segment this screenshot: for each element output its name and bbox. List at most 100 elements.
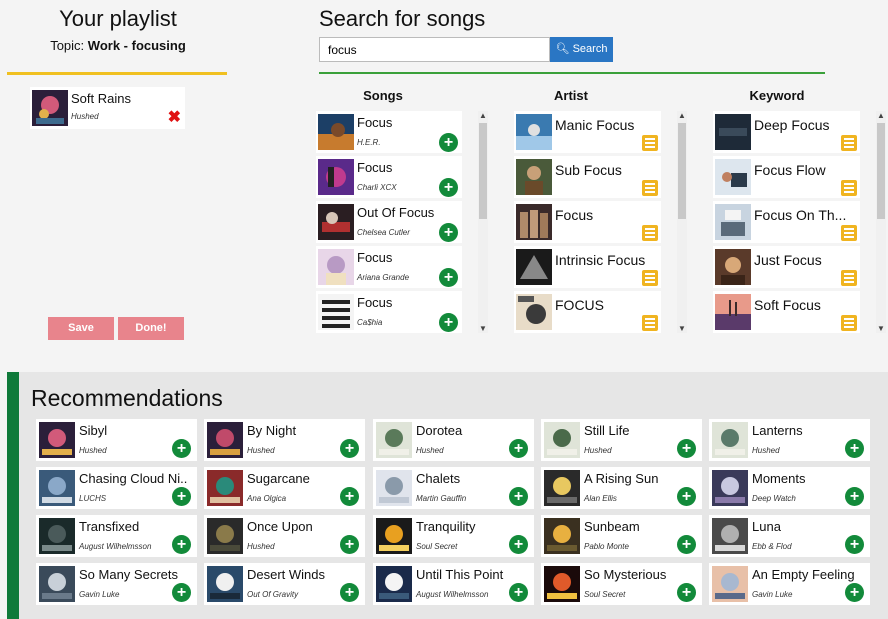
list-icon[interactable]	[841, 315, 857, 331]
recommendation-card[interactable]: By Night Hushed +	[204, 419, 365, 461]
recommendation-card[interactable]: Tranquility Soul Secret +	[373, 515, 534, 557]
remove-icon[interactable]: ✖	[168, 110, 181, 126]
scroll-up-icon[interactable]: ▲	[677, 111, 687, 120]
artist-item[interactable]: Focus	[514, 201, 661, 243]
add-icon[interactable]: +	[845, 487, 864, 506]
keyword-item[interactable]: Focus On Th...	[713, 201, 860, 243]
song-item[interactable]: Out Of Focus Chelsea Cutler +	[316, 201, 462, 243]
keyword-title: Soft Focus	[754, 297, 821, 313]
add-icon[interactable]: +	[509, 583, 528, 602]
recommendation-card[interactable]: Sugarcane Ana Olgica +	[204, 467, 365, 509]
add-icon[interactable]: +	[439, 178, 458, 197]
artist-name: FOCUS	[555, 297, 604, 313]
recommendation-card[interactable]: Lanterns Hushed +	[709, 419, 870, 461]
song-item[interactable]: Focus Ca$hia +	[316, 291, 462, 333]
add-icon[interactable]: +	[340, 439, 359, 458]
scroll-down-icon[interactable]: ▼	[677, 324, 687, 333]
add-icon[interactable]: +	[509, 439, 528, 458]
album-art	[318, 294, 354, 330]
add-icon[interactable]: +	[439, 223, 458, 242]
list-icon[interactable]	[642, 135, 658, 151]
recommendation-card[interactable]: Still Life Hushed +	[541, 419, 702, 461]
keyword-item[interactable]: Just Focus	[713, 246, 860, 288]
recommendation-card[interactable]: Desert Winds Out Of Gravity +	[204, 563, 365, 605]
recommendation-artist: Hushed	[247, 446, 275, 455]
add-icon[interactable]: +	[439, 313, 458, 332]
recommendation-card[interactable]: Luna Ebb & Flod +	[709, 515, 870, 557]
recommendation-card[interactable]: Moments Deep Watch +	[709, 467, 870, 509]
scroll-thumb[interactable]	[877, 123, 885, 219]
list-icon[interactable]	[841, 135, 857, 151]
add-icon[interactable]: +	[340, 583, 359, 602]
recommendation-card[interactable]: Transfixed August Wilhelmsson +	[36, 515, 197, 557]
add-icon[interactable]: +	[172, 583, 191, 602]
scroll-down-icon[interactable]: ▼	[478, 324, 488, 333]
keyword-scrollbar[interactable]: ▲ ▼	[876, 111, 886, 333]
add-icon[interactable]: +	[677, 583, 696, 602]
topic-value: Work - focusing	[87, 38, 186, 53]
add-icon[interactable]: +	[677, 487, 696, 506]
keyword-item[interactable]: Focus Flow	[713, 156, 860, 198]
recommendation-card[interactable]: An Empty Feeling Gavin Luke +	[709, 563, 870, 605]
scroll-up-icon[interactable]: ▲	[876, 111, 886, 120]
search-button[interactable]: 🔍︎ Search	[550, 37, 613, 62]
keyword-item[interactable]: Soft Focus	[713, 291, 860, 333]
list-icon[interactable]	[642, 270, 658, 286]
add-icon[interactable]: +	[509, 535, 528, 554]
artist-item[interactable]: Sub Focus	[514, 156, 661, 198]
add-icon[interactable]: +	[439, 133, 458, 152]
add-icon[interactable]: +	[340, 487, 359, 506]
recommendation-card[interactable]: Until This Point August Wilhelmsson +	[373, 563, 534, 605]
song-item[interactable]: Focus Charli XCX +	[316, 156, 462, 198]
scroll-thumb[interactable]	[678, 123, 686, 219]
scroll-up-icon[interactable]: ▲	[478, 111, 488, 120]
keyword-title: Deep Focus	[754, 117, 830, 133]
artist-item[interactable]: FOCUS	[514, 291, 661, 333]
artist-image	[516, 249, 552, 285]
keyword-item[interactable]: Deep Focus	[713, 111, 860, 153]
add-icon[interactable]: +	[677, 535, 696, 554]
recommendation-title: Once Upon	[247, 519, 313, 534]
search-input[interactable]	[319, 37, 550, 62]
add-icon[interactable]: +	[172, 439, 191, 458]
list-icon[interactable]	[642, 180, 658, 196]
list-icon[interactable]	[841, 225, 857, 241]
add-icon[interactable]: +	[509, 487, 528, 506]
song-item[interactable]: Focus H.E.R. +	[316, 111, 462, 153]
recommendation-card[interactable]: Once Upon Hushed +	[204, 515, 365, 557]
save-button[interactable]: Save	[48, 317, 114, 340]
recommendation-card[interactable]: So Mysterious Soul Secret +	[541, 563, 702, 605]
song-item[interactable]: Focus Ariana Grande +	[316, 246, 462, 288]
add-icon[interactable]: +	[845, 535, 864, 554]
recommendation-card[interactable]: So Many Secrets Gavin Luke +	[36, 563, 197, 605]
list-icon[interactable]	[841, 180, 857, 196]
recommendation-card[interactable]: Sibyl Hushed +	[36, 419, 197, 461]
recommendation-card[interactable]: Chalets Martin Gauffin +	[373, 467, 534, 509]
add-icon[interactable]: +	[677, 439, 696, 458]
artist-item[interactable]: Intrinsic Focus	[514, 246, 661, 288]
artist-scrollbar[interactable]: ▲ ▼	[677, 111, 687, 333]
add-icon[interactable]: +	[172, 487, 191, 506]
list-icon[interactable]	[642, 225, 658, 241]
scroll-down-icon[interactable]: ▼	[876, 324, 886, 333]
playlist-item[interactable]: Soft Rains Hushed ✖	[30, 87, 185, 129]
list-icon[interactable]	[642, 315, 658, 331]
recommendation-artist: Hushed	[79, 446, 107, 455]
add-icon[interactable]: +	[340, 535, 359, 554]
recommendation-card[interactable]: Chasing Cloud Ni... LUCHS +	[36, 467, 197, 509]
add-icon[interactable]: +	[439, 268, 458, 287]
scroll-thumb[interactable]	[479, 123, 487, 219]
add-icon[interactable]: +	[845, 439, 864, 458]
artist-item[interactable]: Manic Focus	[514, 111, 661, 153]
recommendation-card[interactable]: Dorotea Hushed +	[373, 419, 534, 461]
recommendation-card[interactable]: Sunbeam Pablo Monte +	[541, 515, 702, 557]
songs-scrollbar[interactable]: ▲ ▼	[478, 111, 488, 333]
playlist-topic: Topic: Work - focusing	[0, 38, 236, 53]
add-icon[interactable]: +	[845, 583, 864, 602]
album-art	[712, 470, 748, 506]
list-icon[interactable]	[841, 270, 857, 286]
playlist-cover	[715, 114, 751, 150]
done-button[interactable]: Done!	[118, 317, 184, 340]
recommendation-card[interactable]: A Rising Sun Alan Ellis +	[541, 467, 702, 509]
add-icon[interactable]: +	[172, 535, 191, 554]
